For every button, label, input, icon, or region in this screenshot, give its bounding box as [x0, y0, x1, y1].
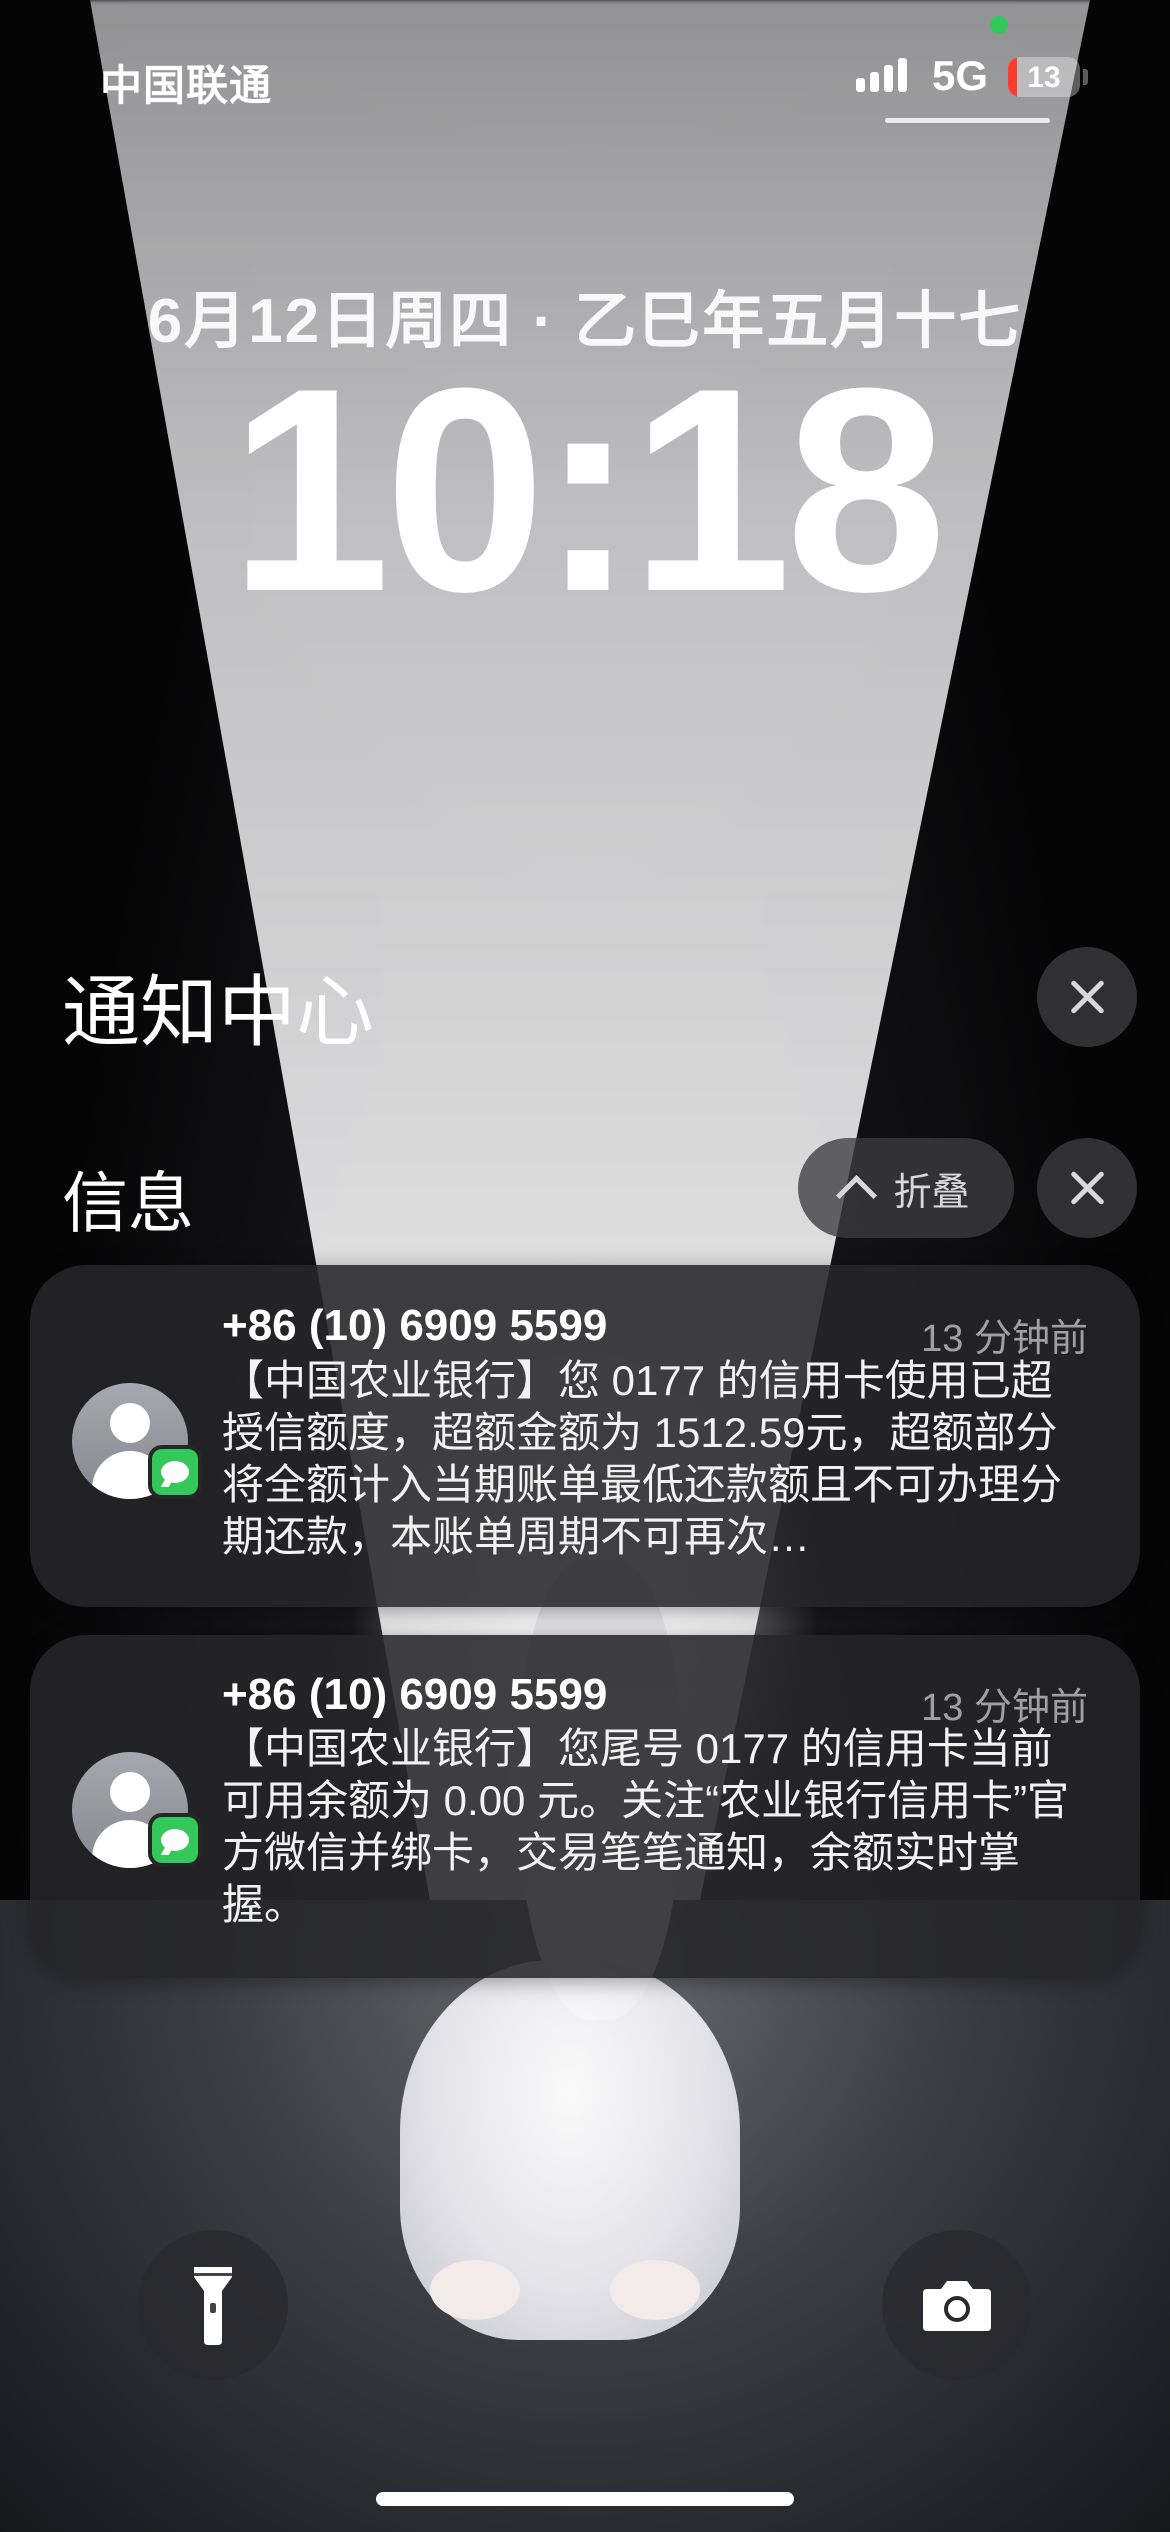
messages-app-icon — [148, 1445, 202, 1499]
creature-paw — [430, 2260, 520, 2320]
notification-card[interactable]: +86 (10) 6909 5599 13 分钟前 【中国农业银行】您尾号 01… — [30, 1635, 1140, 1978]
carrier-name: 中国联通 — [100, 62, 273, 109]
battery-icon: 13 — [1008, 57, 1080, 97]
signal-strength-icon — [856, 56, 916, 96]
camera-icon — [923, 2281, 991, 2331]
battery-percent: 13 — [1027, 61, 1061, 94]
flashlight-button[interactable] — [138, 2230, 288, 2380]
privacy-indicator — [990, 16, 1008, 34]
collapse-label: 折叠 — [893, 1171, 970, 1214]
chevron-up-icon — [836, 1174, 878, 1216]
notification-card[interactable]: +86 (10) 6909 5599 13 分钟前 【中国农业银行】您 0177… — [30, 1265, 1140, 1607]
notification-center-title: 通知中心 — [62, 968, 375, 1056]
close-icon — [1069, 979, 1105, 1015]
messages-app-icon — [148, 1813, 202, 1867]
home-indicator[interactable] — [376, 2492, 794, 2506]
notification-body: 【中国农业银行】您尾号 0177 的信用卡当前可用余额为 0.00 元。关注“农… — [222, 1725, 1070, 1928]
clear-all-button[interactable] — [1037, 947, 1137, 1047]
network-type: 5G — [932, 52, 989, 99]
battery-cap — [1083, 69, 1088, 85]
notification-timestamp: 13 分钟前 — [921, 1318, 1088, 1360]
lock-time: 10:18 — [229, 328, 947, 652]
close-icon — [1069, 1170, 1105, 1206]
creature-paw — [610, 2260, 700, 2320]
status-underline — [885, 118, 1050, 123]
notification-sender: +86 (10) 6909 5599 — [222, 1301, 608, 1350]
flashlight-icon — [194, 2267, 232, 2345]
messages-section-title: 信息 — [62, 1166, 194, 1240]
status-bar: 中国联通 5G 13 — [0, 0, 1170, 140]
notification-sender: +86 (10) 6909 5599 — [222, 1670, 608, 1719]
collapse-button[interactable]: 折叠 — [798, 1138, 1014, 1238]
notification-body: 【中国农业银行】您 0177 的信用卡使用已超授信额度，超额金额为 1512.5… — [222, 1357, 1063, 1560]
camera-button[interactable] — [882, 2230, 1032, 2380]
clear-section-button[interactable] — [1037, 1138, 1137, 1238]
